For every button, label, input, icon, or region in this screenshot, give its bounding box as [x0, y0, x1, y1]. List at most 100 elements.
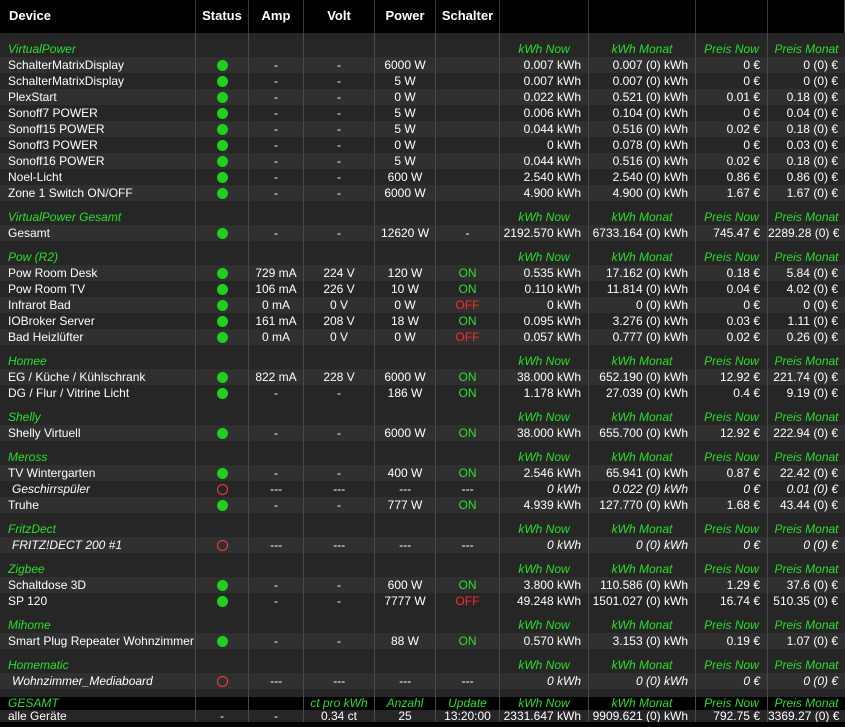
switch-state[interactable]: ON [436, 465, 500, 481]
kwh-month: 0.078 (0) kWh [589, 137, 696, 153]
total-values: alle Geräte - -0.34 ct 25 13:20:00 2331.647 k… [0, 710, 845, 722]
kwh-now: 2.540 kWh [500, 169, 589, 185]
spacer-cell [304, 441, 375, 449]
switch-state[interactable]: OFF [436, 593, 500, 609]
switch-state[interactable]: OFF [436, 329, 500, 345]
power-value: 5 W [375, 105, 436, 121]
price-month: 0 (0) € [803, 538, 838, 552]
spacer-cell [696, 441, 768, 449]
spacer-cell [696, 201, 768, 209]
price-month: 221.74 (0) € [773, 370, 838, 384]
price-now: 12.92 € [696, 369, 768, 385]
volt-value: 228 V [304, 369, 375, 385]
switch-state [436, 57, 500, 73]
power-table: Device Status Amp Volt Power Schalter VirtualP… [0, 0, 845, 727]
spacer-cell [696, 649, 768, 657]
update-label: Update [436, 697, 500, 710]
switch-state[interactable]: ON [436, 633, 500, 649]
spacer-cell [589, 345, 696, 353]
status-offline-icon [216, 540, 228, 552]
section-empty-cell [196, 521, 249, 537]
switch-state[interactable]: ON [436, 313, 500, 329]
section-empty-cell [304, 409, 375, 425]
section-empty-cell [196, 353, 249, 369]
section-name: VirtualPower [0, 41, 196, 57]
kwh-month: 0.516 (0) kWh [589, 121, 696, 137]
section-empty-cell [249, 409, 304, 425]
total-update: 13:20:00 [436, 710, 500, 722]
header-blank-3 [696, 0, 768, 33]
switch-state[interactable]: ON [436, 281, 500, 297]
spacer-cell [196, 513, 249, 521]
spacer-cell [249, 553, 304, 561]
device-row: Sonoff7 POWER - -5 W 0.006 kWh 0.104 (0) kWh… [0, 105, 845, 121]
spacer-cell [589, 401, 696, 409]
section-col-label: kWh Monat [589, 617, 696, 633]
spacer-cell [249, 649, 304, 657]
volt-value: - [304, 425, 375, 441]
device-name: Zone 1 Switch ON/OFF [0, 185, 196, 201]
section-col-label: Preis Monat [774, 562, 839, 576]
switch-state[interactable]: OFF [436, 297, 500, 313]
kwh-month: 0.007 (0) kWh [589, 57, 696, 73]
device-row: SP 120- -7777 W OFF 49.248 kWh 1501.027 (0) … [0, 593, 845, 609]
total-label: GESAMT [0, 697, 196, 710]
device-name: EG / Küche / Kühlschrank [0, 369, 196, 385]
price-month: 0.18 (0) € [786, 154, 838, 168]
status-online-icon [216, 316, 228, 328]
device-name: Truhe [0, 497, 196, 513]
section-spacer [0, 513, 845, 521]
section-name: Zigbee [0, 561, 196, 577]
kwh-month: 2.540 (0) kWh [589, 169, 696, 185]
kwh-now: 0 kWh [500, 137, 589, 153]
amp-value: - [249, 385, 304, 401]
amp-value: - [249, 137, 304, 153]
spacer-cell [589, 689, 696, 697]
amp-value: - [249, 105, 304, 121]
section-col-label: Preis Now [696, 617, 768, 633]
volt-value: 224 V [304, 265, 375, 281]
switch-state[interactable]: ON [436, 369, 500, 385]
section-col-label: kWh Monat [589, 561, 696, 577]
switch-state[interactable]: ON [436, 425, 500, 441]
spacer-cell [0, 441, 196, 449]
status-online-icon [216, 500, 228, 512]
device-row: Sonoff3 POWER - -0 W0 kWh 0.078 (0) kWh 0 €0… [0, 137, 845, 153]
price-now: 0 € [696, 105, 768, 121]
spacer-cell [196, 401, 249, 409]
amp-value: - [249, 169, 304, 185]
kwh-month: 0 (0) kWh [589, 673, 696, 689]
switch-state[interactable]: ON [436, 265, 500, 281]
section-col-label: kWh Now [500, 449, 589, 465]
section-empty-cell [436, 561, 500, 577]
section-spacer [0, 345, 845, 353]
status-online-icon [216, 188, 228, 200]
spacer-cell [768, 345, 845, 353]
section-empty-cell [196, 449, 249, 465]
power-value: 600 W [375, 169, 436, 185]
spacer-cell [249, 689, 304, 697]
switch-state[interactable]: ON [436, 577, 500, 593]
price-now: 0 € [696, 73, 768, 89]
switch-state [436, 89, 500, 105]
price-month: 0 (0) € [803, 674, 838, 688]
kwh-now: 4.900 kWh [500, 185, 589, 201]
spacer-cell [0, 241, 196, 249]
spacer-cell [436, 241, 500, 249]
section-empty-cell [436, 41, 500, 57]
section-header: Homee kWh Now kWh Monat Preis Now Preis Mona… [0, 353, 845, 369]
kwh-month: 11.814 (0) kWh [589, 281, 696, 297]
spacer-cell [375, 609, 436, 617]
section-col-label: kWh Monat [589, 697, 696, 710]
price-month: 0 (0) € [803, 298, 838, 312]
header-blank-4 [768, 0, 845, 33]
switch-state[interactable]: ON [436, 385, 500, 401]
section-empty-cell [304, 617, 375, 633]
spacer-cell [304, 649, 375, 657]
device-name: Smart Plug Repeater Wohnzimmer [0, 633, 196, 649]
section-empty-cell [304, 353, 375, 369]
status-cell [196, 369, 249, 385]
amp-value: - [249, 593, 304, 609]
switch-state[interactable]: ON [436, 497, 500, 513]
kwh-now: 0 kWh [500, 297, 589, 313]
